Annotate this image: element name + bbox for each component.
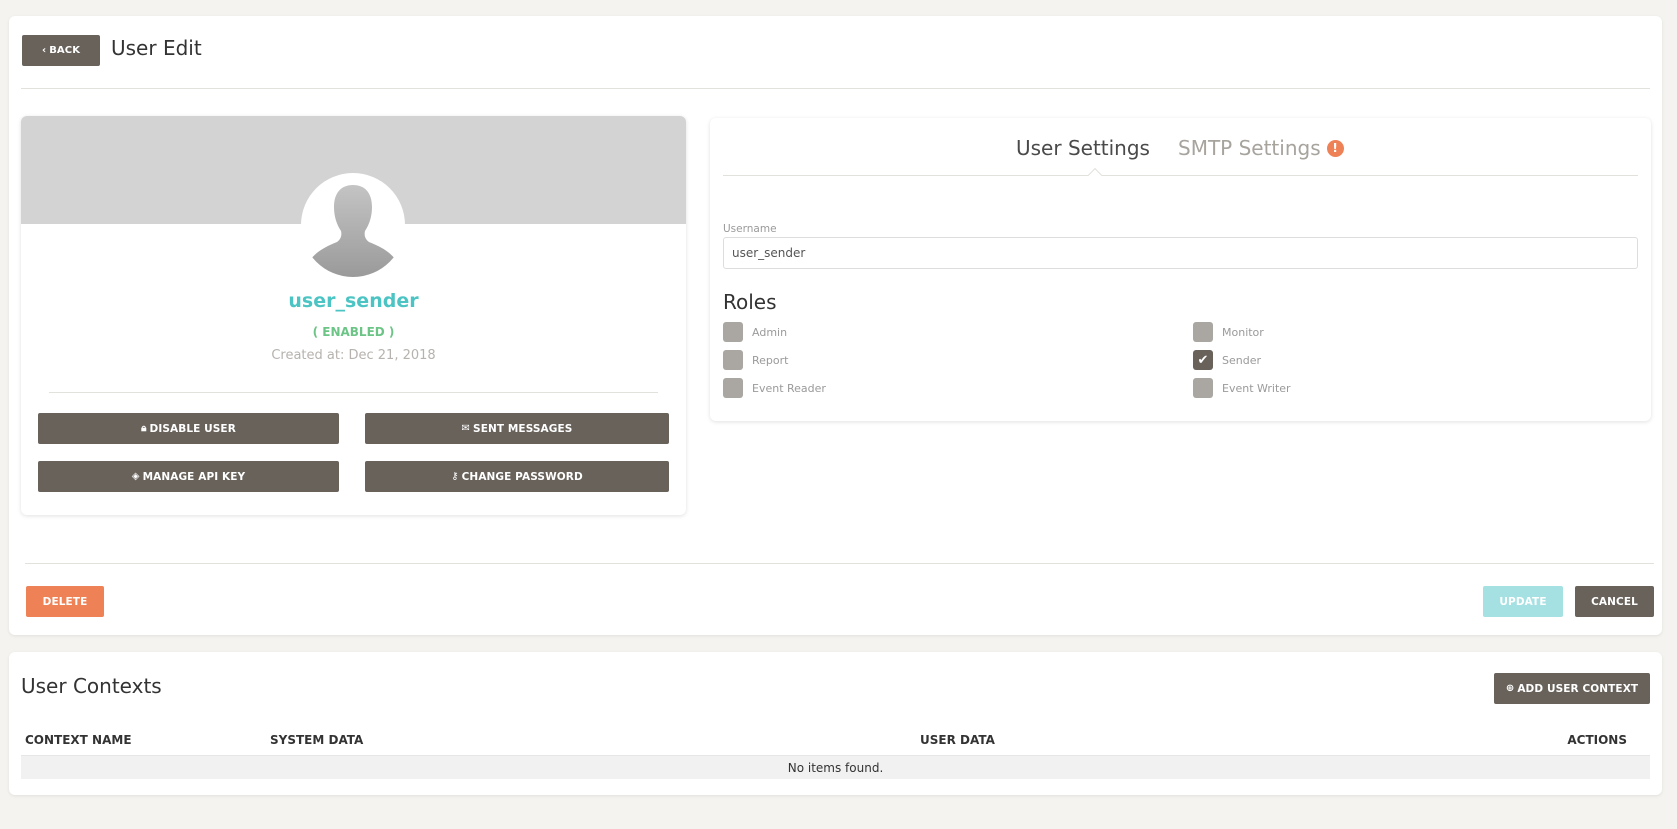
- role-event-writer[interactable]: Event Writer: [1193, 378, 1291, 398]
- username-label: Username: [723, 223, 777, 235]
- sent-messages-button[interactable]: ✉ SENT MESSAGES: [365, 413, 669, 444]
- created-date: Created at: Dec 21, 2018: [271, 348, 436, 363]
- role-sender-checkbox[interactable]: ✔: [1193, 350, 1213, 370]
- role-event-reader-label: Event Reader: [752, 381, 826, 395]
- user-edit-panel: ‹ BACK User Edit user_sender ( ENABLED )…: [9, 16, 1662, 635]
- add-user-context-button[interactable]: ⊕ ADD USER CONTEXT: [1494, 673, 1650, 704]
- header-divider: [21, 88, 1650, 89]
- tab-smtp-settings[interactable]: SMTP Settings !: [1178, 136, 1344, 160]
- active-tab-indicator: [1087, 167, 1103, 183]
- change-password-button[interactable]: ⚷ CHANGE PASSWORD: [365, 461, 669, 492]
- role-monitor-label: Monitor: [1222, 325, 1264, 339]
- disable-user-button[interactable]: 🔒︎ DISABLE USER: [38, 413, 339, 444]
- footer-divider: [25, 563, 1654, 564]
- roles-heading: Roles: [723, 290, 777, 314]
- envelope-icon: ✉: [461, 423, 471, 434]
- disable-user-label: DISABLE USER: [149, 422, 236, 435]
- cancel-button[interactable]: CANCEL: [1575, 586, 1654, 617]
- role-event-writer-label: Event Writer: [1222, 381, 1291, 395]
- chevron-left-icon: ‹: [41, 45, 47, 56]
- profile-card: user_sender ( ENABLED ) Created at: Dec …: [21, 116, 686, 515]
- role-event-reader[interactable]: Event Reader: [723, 378, 826, 398]
- column-header-actions: ACTIONS: [1567, 733, 1627, 747]
- user-contexts-panel: User Contexts ⊕ ADD USER CONTEXT CONTEXT…: [9, 652, 1662, 795]
- diamond-icon: ◈: [131, 471, 140, 482]
- username-input[interactable]: [723, 237, 1638, 269]
- back-button-label: BACK: [49, 45, 81, 56]
- role-monitor[interactable]: Monitor: [1193, 322, 1264, 342]
- manage-api-key-label: MANAGE API KEY: [142, 470, 246, 483]
- role-report[interactable]: Report: [723, 350, 788, 370]
- tab-divider: [723, 175, 1638, 176]
- user-silhouette-icon: [311, 185, 395, 277]
- check-icon: ✔: [1197, 352, 1209, 368]
- column-header-system-data: SYSTEM DATA: [270, 733, 364, 747]
- sent-messages-label: SENT MESSAGES: [473, 422, 573, 435]
- tab-user-settings[interactable]: User Settings: [1016, 136, 1150, 160]
- role-report-checkbox[interactable]: [723, 350, 743, 370]
- update-button[interactable]: UPDATE: [1483, 586, 1563, 617]
- tab-smtp-settings-label: SMTP Settings: [1178, 136, 1321, 160]
- empty-table-message: No items found.: [21, 755, 1650, 779]
- role-event-writer-checkbox[interactable]: [1193, 378, 1213, 398]
- role-report-label: Report: [752, 353, 789, 367]
- delete-button[interactable]: DELETE: [26, 586, 104, 617]
- back-button[interactable]: ‹ BACK: [22, 35, 100, 66]
- profile-username: user_sender: [288, 290, 419, 312]
- lock-icon: 🔒︎: [141, 423, 147, 434]
- status-badge: ( ENABLED ): [312, 325, 395, 339]
- role-admin-checkbox[interactable]: [723, 322, 743, 342]
- profile-divider: [49, 392, 658, 393]
- manage-api-key-button[interactable]: ◈ MANAGE API KEY: [38, 461, 339, 492]
- page-title: User Edit: [111, 36, 202, 60]
- user-contexts-title: User Contexts: [21, 674, 162, 698]
- role-event-reader-checkbox[interactable]: [723, 378, 743, 398]
- role-sender[interactable]: ✔ Sender: [1193, 350, 1261, 370]
- plus-circle-icon: ⊕: [1505, 683, 1515, 694]
- add-user-context-label: ADD USER CONTEXT: [1517, 682, 1639, 695]
- column-header-user-data: USER DATA: [920, 733, 995, 747]
- role-admin-label: Admin: [752, 325, 788, 339]
- warning-icon: !: [1326, 139, 1344, 157]
- role-sender-label: Sender: [1222, 353, 1261, 367]
- role-monitor-checkbox[interactable]: [1193, 322, 1213, 342]
- settings-card: User Settings SMTP Settings ! Username R…: [710, 118, 1651, 421]
- role-admin[interactable]: Admin: [723, 322, 787, 342]
- column-header-context-name: CONTEXT NAME: [25, 733, 132, 747]
- key-icon: ⚷: [451, 471, 459, 482]
- change-password-label: CHANGE PASSWORD: [461, 470, 583, 483]
- avatar: [301, 173, 405, 277]
